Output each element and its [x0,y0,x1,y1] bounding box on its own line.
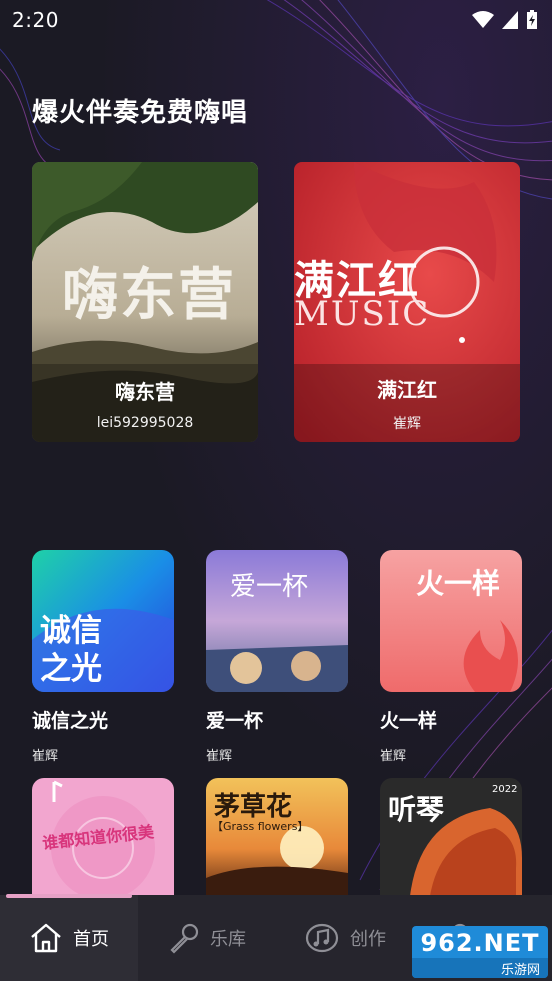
tab-label: 首页 [73,929,109,950]
featured-card-info: 满江红 崔辉 [294,364,520,442]
song-cover: 爱一杯 [206,550,348,692]
wifi-icon [472,11,494,28]
song-cover-title: 诚信之光 [40,613,102,687]
home-icon [31,923,61,953]
song-artist: 崔辉 [206,749,233,764]
featured-card[interactable]: 嗨东营 嗨东营 lei592995028 [32,162,258,442]
song-card[interactable]: 谁都知道你很美 [32,778,174,896]
tab-library[interactable]: 乐库 [138,895,276,981]
song-cover: 诚信之光 [32,550,174,692]
status-time: 2:20 [12,8,59,32]
featured-title: 嗨东营 [115,379,175,404]
watermark-subtext: 乐游网 [412,958,548,978]
status-bar: 2:20 [0,0,552,40]
song-cover-subtitle: 2022 [492,784,518,795]
song-card[interactable]: 诚信之光 诚信之光 崔辉 [32,550,174,764]
tab-home[interactable]: 首页 [0,895,138,981]
song-artist: 崔辉 [32,749,59,764]
featured-subtitle: 崔辉 [393,415,421,432]
active-tab-indicator [6,894,132,898]
featured-card[interactable]: 满江红 MUSIC 满江红 崔辉 [294,162,520,442]
section-title: 爆火伴奏免费嗨唱 [32,98,249,128]
watermark-text: 962.NET [420,929,540,957]
song-card[interactable]: 火一样 火一样 崔辉 [380,550,522,764]
microphone-icon [170,923,199,954]
music-note-icon [305,923,339,953]
song-card[interactable]: 茅草花 【Grass flowers】 [206,778,348,896]
watermark-logo: 962.NET 乐游网 [412,926,548,978]
song-cover-subtitle: 【Grass flowers】 [212,820,309,833]
tab-label: 乐库 [210,929,246,950]
song-cover: 火一样 [380,550,522,692]
status-icons [472,10,538,30]
song-cover-title: 火一样 [416,567,501,600]
song-title: 爱一杯 [206,710,264,732]
featured-title: 满江红 [377,377,437,402]
featured-cover-subtitle: MUSIC [294,294,431,334]
song-card[interactable]: 爱一杯 爱一杯 崔辉 [206,550,348,764]
tab-label: 创作 [350,929,386,950]
song-artist: 崔辉 [380,749,407,764]
song-cover-title: 爱一杯 [230,572,309,602]
song-title: 火一样 [380,710,438,732]
signal-icon [502,11,518,29]
song-card[interactable]: 听琴 2022 [380,778,522,896]
song-cover-title: 听琴 [388,793,445,826]
song-title: 诚信之光 [32,710,109,732]
featured-subtitle: lei592995028 [96,414,194,431]
battery-icon [527,10,537,29]
tab-create[interactable]: 创作 [276,895,414,981]
featured-card-info: 嗨东营 lei592995028 [32,364,258,442]
featured-cover-title: 嗨东营 [62,263,236,328]
